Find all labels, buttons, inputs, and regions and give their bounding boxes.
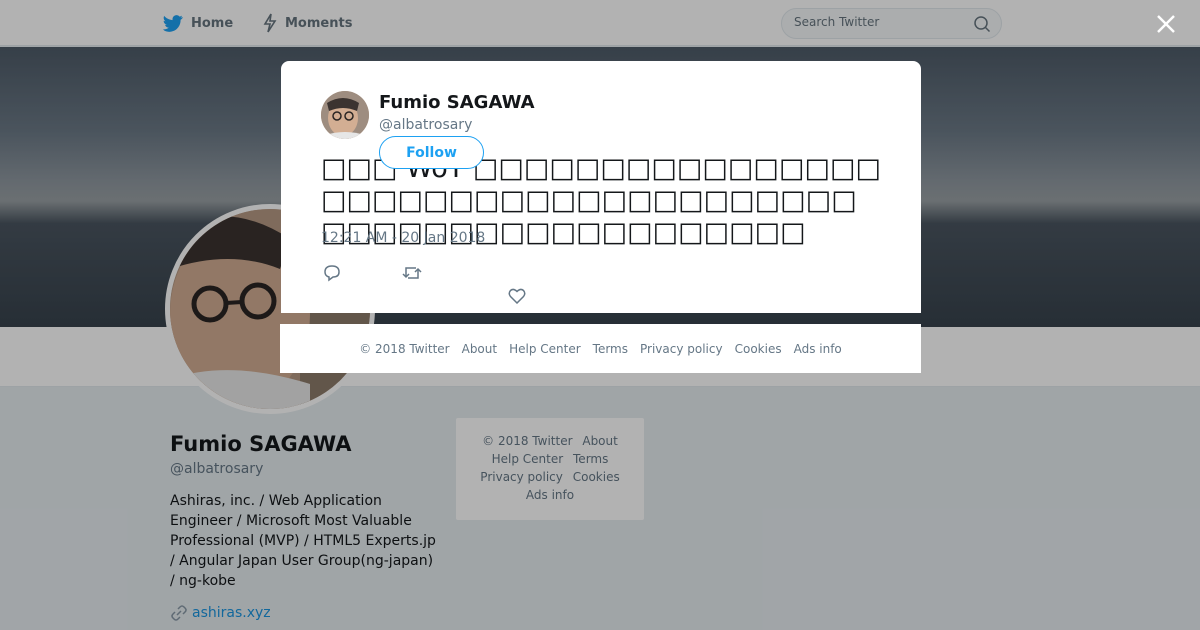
heart-icon[interactable] — [508, 288, 526, 304]
modal-footer-help[interactable]: Help Center — [509, 342, 581, 356]
retweet-icon[interactable] — [402, 265, 422, 281]
modal-footer: © 2018 Twitter About Help Center Terms P… — [280, 324, 921, 373]
modal-footer-terms[interactable]: Terms — [593, 342, 628, 356]
modal-footer-copyright: © 2018 Twitter — [359, 341, 450, 356]
close-icon[interactable] — [1153, 11, 1179, 37]
tweet-author-handle[interactable]: @albatrosary — [379, 117, 472, 133]
follow-button[interactable]: Follow — [379, 136, 484, 169]
modal-footer-privacy[interactable]: Privacy policy — [640, 342, 723, 356]
tweet-modal: Fumio SAGAWA @albatrosary □□□ WoT □□□□□□… — [281, 61, 921, 313]
tweet-timestamp[interactable]: 12:21 AM - 20 Jan 2018 — [321, 230, 485, 246]
modal-footer-about[interactable]: About — [462, 342, 497, 356]
modal-footer-ads[interactable]: Ads info — [794, 342, 842, 356]
tweet-author-name[interactable]: Fumio SAGAWA — [379, 92, 535, 113]
tweet-avatar[interactable] — [321, 91, 369, 139]
tweet-avatar-photo — [321, 91, 369, 139]
reply-icon[interactable] — [323, 264, 341, 282]
modal-footer-cookies[interactable]: Cookies — [735, 342, 782, 356]
